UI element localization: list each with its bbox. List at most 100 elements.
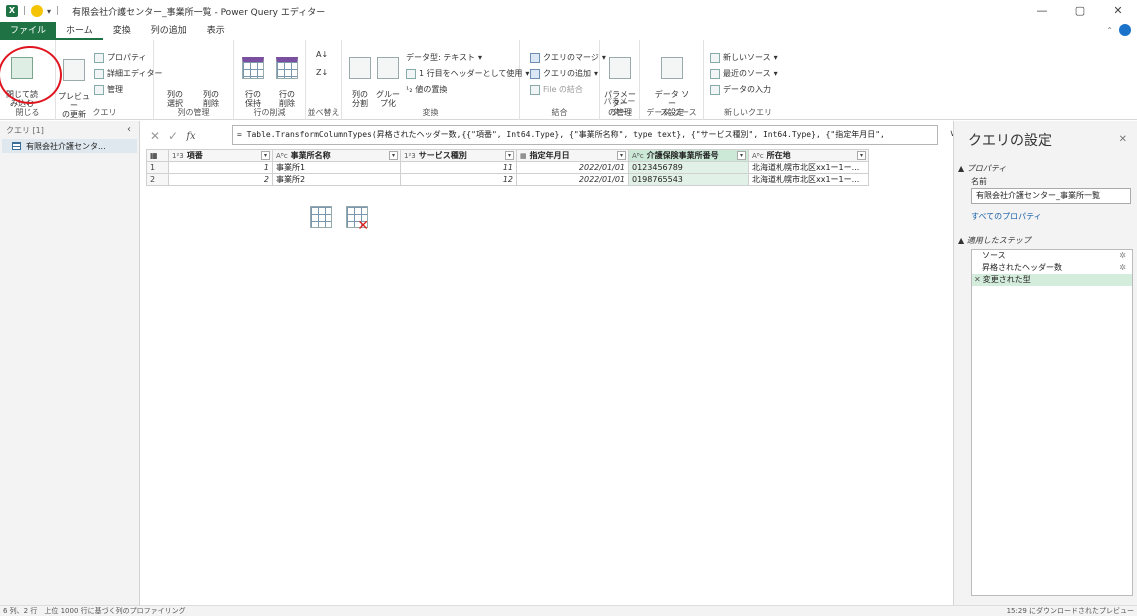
confirm-formula-icon[interactable]: ✓ xyxy=(164,129,182,143)
close-and-load-button[interactable]: 閉じて読 み込む xyxy=(4,48,40,108)
table-icon xyxy=(12,142,21,150)
query-settings-pane: クエリの設定 ✕ ▲ プロパティ 名前 有限会社介護センター_事業所一覧 すべて… xyxy=(953,121,1137,605)
parameters-group-label: パラメーター xyxy=(603,97,636,117)
column-filter-icon[interactable]: ▾ xyxy=(857,151,866,160)
row-number[interactable]: 2 xyxy=(146,173,169,186)
tab-transform[interactable]: 変換 xyxy=(103,22,141,40)
table-cell[interactable]: 0123456789 xyxy=(628,161,749,174)
applied-step[interactable]: ✕ 変更された型 xyxy=(972,274,1132,286)
group-by-icon xyxy=(377,57,399,79)
table-cell[interactable]: 事業所1 xyxy=(272,161,401,174)
properties-icon xyxy=(94,52,104,63)
status-right: 15:29 にダウンロードされたプレビュー xyxy=(1006,607,1134,615)
table-cell[interactable]: 11 xyxy=(400,161,517,174)
query-group-label: クエリ xyxy=(92,108,117,117)
table-cell[interactable]: 北海道札幌市北区xx1ー1ー... xyxy=(748,161,869,174)
append-queries-button[interactable]: クエリの追加 ▾ xyxy=(530,68,598,79)
close-settings-icon[interactable]: ✕ xyxy=(1119,134,1127,145)
column-filter-icon[interactable]: ▾ xyxy=(389,151,398,160)
gear-icon[interactable]: ✲ xyxy=(1119,250,1126,262)
row-number[interactable]: 1 xyxy=(146,161,169,174)
remove-rows-button[interactable]: 行の 削除 xyxy=(272,48,302,108)
feedback-smiley-icon[interactable] xyxy=(31,5,44,17)
group-by-button[interactable]: グルー プ化 xyxy=(374,48,402,108)
table-row[interactable]: 1 1 事業所1 11 2022/01/01 0123456789 北海道札幌市… xyxy=(146,161,869,174)
properties-button[interactable]: プロパティ xyxy=(94,52,147,63)
query-name-input[interactable]: 有限会社介護センター_事業所一覧 xyxy=(971,188,1131,204)
datasource-settings-icon xyxy=(661,57,683,79)
table-cell[interactable]: 12 xyxy=(400,173,517,186)
column-filter-icon[interactable]: ▾ xyxy=(737,151,746,160)
sort-ascending-button[interactable]: A↓ xyxy=(316,50,328,59)
table-cell[interactable]: 事業所2 xyxy=(272,173,401,186)
combine-group: クエリのマージ ▾ クエリの追加 ▾ File の結合 結合 xyxy=(520,40,606,120)
table-cell[interactable]: 2022/01/01 xyxy=(516,173,629,186)
merge-queries-button[interactable]: クエリのマージ ▾ xyxy=(530,52,606,63)
column-filter-icon[interactable]: ▾ xyxy=(505,151,514,160)
applied-step[interactable]: 昇格されたヘッダー数 ✲ xyxy=(972,262,1132,274)
query-item[interactable]: 有限会社介護センタ... xyxy=(2,139,137,153)
tab-view[interactable]: 表示 xyxy=(197,22,235,40)
excel-icon: X xyxy=(6,5,18,17)
column-header[interactable]: 1²3 項番 ▾ xyxy=(168,149,273,162)
remove-columns-button[interactable]: 列の 削除 xyxy=(196,48,369,231)
close-button[interactable]: ✕ xyxy=(1099,0,1137,22)
collapse-queries-icon[interactable]: ‹ xyxy=(127,124,131,135)
applied-steps-header[interactable]: ▲ 適用したステップ xyxy=(958,235,1031,246)
manage-columns-label: 列の管理 xyxy=(177,108,210,117)
split-column-button[interactable]: 列の 分割 xyxy=(346,48,374,108)
file-tab[interactable]: ファイル xyxy=(0,22,57,40)
table-cell[interactable]: 2 xyxy=(168,173,273,186)
data-type-dropdown[interactable]: データ型: テキスト ▾ xyxy=(406,52,482,63)
advanced-editor-button[interactable]: 詳細エディター xyxy=(94,68,162,79)
tab-home[interactable]: ホーム xyxy=(56,22,103,40)
column-header[interactable]: Aᴮc 介護保険事業所番号 ▾ xyxy=(628,149,749,162)
column-filter-icon[interactable]: ▾ xyxy=(261,151,270,160)
quick-access-dropdown-icon[interactable]: ▾ xyxy=(47,7,51,16)
table-row[interactable]: 2 2 事業所2 12 2022/01/01 0198765543 北海道札幌市… xyxy=(146,173,869,186)
type-icon: Aᴮc xyxy=(276,152,288,160)
queries-header: クエリ [1] xyxy=(6,125,44,135)
use-first-row-button[interactable]: 1 行目をヘッダーとして使用 ▾ xyxy=(406,68,529,79)
refresh-icon xyxy=(63,59,85,81)
minimize-button[interactable]: — xyxy=(1023,0,1061,22)
table-cell[interactable]: 北海道札幌市北区xx1ー1ー... xyxy=(748,173,869,186)
gear-icon[interactable]: ✲ xyxy=(1119,262,1126,274)
chevron-down-icon: ▾ xyxy=(773,53,778,62)
enter-data-button[interactable]: データの入力 xyxy=(710,84,771,95)
help-icon[interactable] xyxy=(1119,24,1131,36)
column-header[interactable]: ▦ 指定年月日 ▾ xyxy=(516,149,629,162)
chevron-down-icon: ▾ xyxy=(594,69,599,78)
table-corner-menu[interactable]: ▦ xyxy=(146,149,169,162)
keep-rows-icon xyxy=(242,57,264,79)
replace-values-button[interactable]: ¹₂ 値の置換 xyxy=(406,84,447,95)
cancel-formula-icon[interactable]: ✕ xyxy=(146,129,164,143)
applied-step[interactable]: ソース ✲ xyxy=(972,250,1132,262)
append-queries-icon xyxy=(530,68,540,79)
transform-group: 列の 分割 グルー プ化 データ型: テキスト ▾ 1 行目をヘッダーとして使用 ▾… xyxy=(342,40,529,120)
column-header[interactable]: Aᴮc 所在地 ▾ xyxy=(748,149,869,162)
column-header[interactable]: Aᴮc 事業所名称 ▾ xyxy=(272,149,401,162)
restore-button[interactable]: ▢ xyxy=(1061,0,1099,22)
applied-steps-list: ソース ✲ 昇格されたヘッダー数 ✲ ✕ 変更された型 xyxy=(971,249,1133,596)
sort-descending-button[interactable]: Z↓ xyxy=(316,68,328,77)
column-filter-icon[interactable]: ▾ xyxy=(617,151,626,160)
tab-add-column[interactable]: 列の追加 xyxy=(141,22,197,40)
recent-sources-button[interactable]: 最近のソース ▾ xyxy=(710,68,778,79)
manage-button[interactable]: 管理 xyxy=(94,84,123,95)
table-cell[interactable]: 0198765543 xyxy=(628,173,749,186)
formula-input[interactable]: = Table.TransformColumnTypes(昇格されたヘッダー数,… xyxy=(232,125,938,145)
combine-files-button[interactable]: File の結合 xyxy=(530,84,583,95)
table-cell[interactable]: 2022/01/01 xyxy=(516,161,629,174)
manage-columns-group: 列の 選択 列の 削除 列の管理 xyxy=(154,40,369,231)
all-properties-link[interactable]: すべてのプロパティ xyxy=(971,211,1042,222)
choose-columns-button[interactable]: 列の 選択 xyxy=(160,48,332,228)
properties-header[interactable]: ▲ プロパティ xyxy=(958,163,1006,174)
delete-step-icon[interactable]: ✕ xyxy=(974,275,981,284)
table-cell[interactable]: 1 xyxy=(168,161,273,174)
collapse-ribbon-icon[interactable]: ⌃ xyxy=(1106,26,1113,35)
transform-group-label: 変換 xyxy=(422,108,439,117)
keep-rows-button[interactable]: 行の 保持 xyxy=(238,48,268,108)
new-source-button[interactable]: 新しいソース ▾ xyxy=(710,52,778,63)
column-header[interactable]: 1²3 サービス種別 ▾ xyxy=(400,149,517,162)
